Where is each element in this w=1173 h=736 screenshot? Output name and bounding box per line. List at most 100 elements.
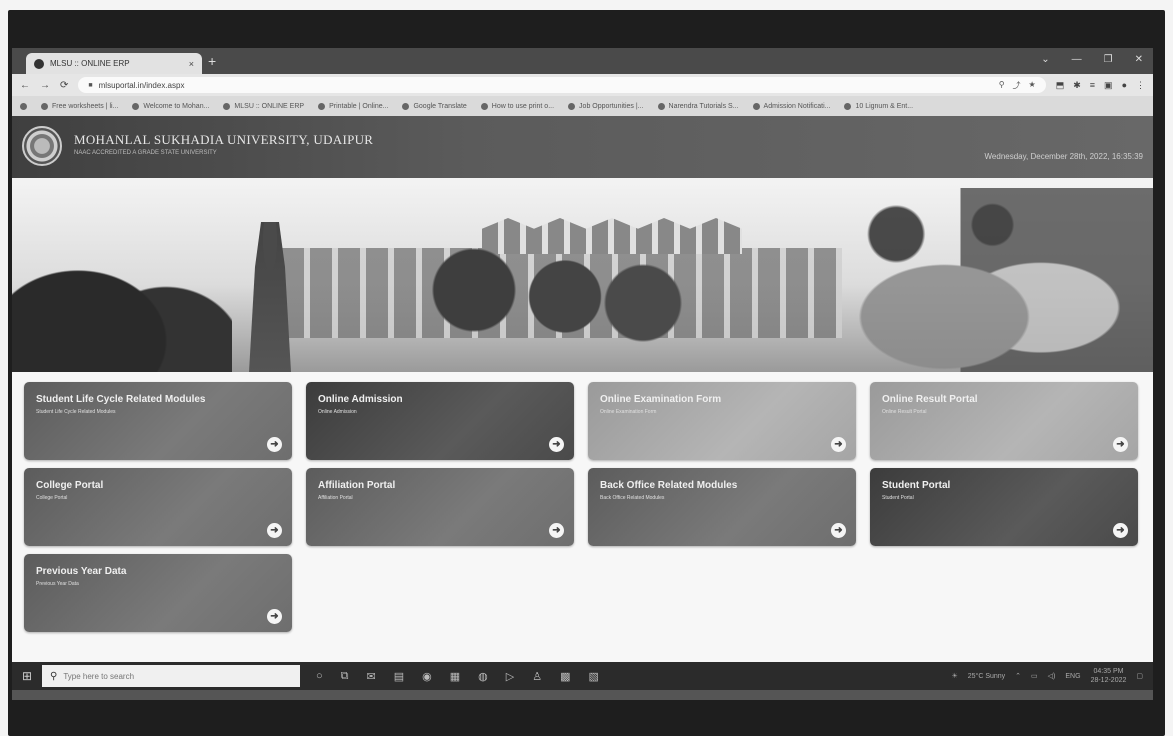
address-bar[interactable]: ■ mlsuportal.in/index.aspx ⚲ ⤴ ★ [78,77,1046,93]
extension-icon[interactable]: ⬒ [1056,80,1065,91]
language-indicator[interactable]: ENG [1065,673,1080,680]
lock-icon: ■ [88,81,93,89]
sidebar-icon[interactable]: ▣ [1104,80,1113,91]
file-explorer-icon[interactable]: ▤ [394,670,404,683]
campus-banner-image [12,178,1153,372]
task-view-icon[interactable]: ⧉ [341,670,349,683]
close-window-button[interactable]: ✕ [1135,54,1143,65]
tile-online-examination-form[interactable]: Online Examination Form Online Examinati… [588,382,856,460]
extension-icons: ⬒ ✱ ≡ ▣ ● ⋮ [1056,80,1145,91]
arrow-right-icon[interactable]: ➜ [549,437,564,452]
bookmark-item[interactable]: Welcome to Mohan... [132,102,209,110]
university-name: MOHANLAL SUKHADIA UNIVERSITY, UDAIPUR [74,132,374,147]
banner-graduates [12,218,232,372]
taskbar-search[interactable]: ⚲ [42,665,300,687]
university-logo-icon [22,126,62,166]
media-icon[interactable]: ▷ [506,670,514,683]
arrow-right-icon[interactable]: ➜ [549,523,564,538]
bookmark-icon [132,102,140,110]
word-icon[interactable]: ▩ [560,670,570,683]
store-icon[interactable]: ▦ [450,670,460,683]
header-datetime: Wednesday, December 28th, 2022, 16:35:39 [984,152,1143,161]
tile-subtitle: Online Result Portal [882,409,927,415]
bookmark-icon [318,102,326,110]
weather-text: 25°C Sunny [967,672,1006,680]
banner-students [832,188,1153,372]
arrow-right-icon[interactable]: ➜ [267,437,282,452]
bookmark-item[interactable]: Printable | Online... [318,102,388,110]
tile-college-portal[interactable]: College Portal College Portal ➜ [24,468,292,546]
arrow-right-icon[interactable]: ➜ [831,523,846,538]
tile-online-result-portal[interactable]: Online Result Portal Online Result Porta… [870,382,1138,460]
back-button[interactable]: ← [20,80,30,91]
banner-trees [422,238,682,368]
zoom-icon[interactable]: ⚲ [999,80,1005,91]
star-icon[interactable]: ★ [1029,80,1036,91]
tile-student-portal[interactable]: Student Portal Student Portal ➜ [870,468,1138,546]
chrome-icon[interactable]: ◉ [422,670,432,683]
chevron-down-icon[interactable]: ⌄ [1041,54,1049,65]
taskbar-search-input[interactable] [63,671,264,681]
arrow-right-icon[interactable]: ➜ [831,437,846,452]
arrow-right-icon[interactable]: ➜ [267,609,282,624]
menu-icon[interactable]: ⋮ [1136,80,1145,91]
bookmark-icon [223,102,231,110]
tile-subtitle: Student Portal [882,495,914,501]
forward-button[interactable]: → [40,80,50,91]
bookmark-item[interactable]: How to use print o... [480,102,554,110]
close-icon[interactable]: × [189,59,194,69]
arrow-right-icon[interactable]: ➜ [1113,523,1128,538]
puzzle-icon[interactable]: ✱ [1073,80,1081,91]
tile-subtitle: Online Admission [318,409,357,415]
share-icon[interactable]: ⤴ [1013,80,1021,91]
new-tab-button[interactable]: + [208,53,216,69]
bookmark-item[interactable]: Narendra Tutorials S... [657,102,739,110]
browser-icon[interactable]: ◍ [478,670,488,683]
bookmark-icon [844,102,852,110]
apps-icon[interactable] [20,102,27,110]
mail-icon[interactable]: ✉ [367,670,376,683]
network-icon[interactable]: ▭ [1031,672,1038,680]
arrow-right-icon[interactable]: ➜ [267,523,282,538]
user-icon[interactable]: ♙ [532,670,542,683]
bookmark-item[interactable]: 10 Lignum & Ent... [844,102,913,110]
tile-title: Previous Year Data [36,566,127,577]
bookmark-item[interactable]: Google Translate [402,102,467,110]
minimize-button[interactable]: — [1072,54,1082,65]
tile-back-office-modules[interactable]: Back Office Related Modules Back Office … [588,468,856,546]
site-favicon-icon [34,58,44,69]
tab-mlsu-erp[interactable]: MLSU :: ONLINE ERP × [26,53,202,74]
tile-title: College Portal [36,480,104,491]
reading-list-icon[interactable]: ≡ [1090,80,1095,91]
taskbar-clock[interactable]: 04:35 PM 28-12-2022 [1091,667,1127,685]
chevron-up-icon[interactable]: ⌃ [1015,672,1021,680]
volume-icon[interactable]: ◁) [1048,672,1056,680]
tile-previous-year-data[interactable]: Previous Year Data Previous Year Data ➜ [24,554,292,632]
tile-subtitle: Previous Year Data [36,581,79,587]
excel-icon[interactable]: ▧ [589,670,599,683]
bookmark-item[interactable]: Admission Notificati... [752,102,830,110]
cortana-icon[interactable]: ○ [316,670,323,683]
tile-student-life-cycle[interactable]: Student Life Cycle Related Modules Stude… [24,382,292,460]
bookmark-icon [480,102,488,110]
windows-start-icon[interactable]: ⊞ [12,669,42,683]
tile-title: Online Examination Form [600,394,722,405]
profile-icon[interactable]: ● [1122,80,1127,91]
university-subtitle: NAAC ACCREDITED A GRADE STATE UNIVERSITY [74,150,217,156]
bookmark-item[interactable]: Job Opportunities |... [568,102,644,110]
bookmark-item[interactable]: Free worksheets | li... [41,102,118,110]
tile-online-admission[interactable]: Online Admission Online Admission ➜ [306,382,574,460]
reload-button[interactable]: ⟳ [60,80,68,91]
module-tiles-area: Student Life Cycle Related Modules Stude… [12,372,1153,662]
bookmark-icon [657,102,665,110]
weather-icon[interactable]: ☀ [951,672,957,680]
tile-affiliation-portal[interactable]: Affiliation Portal Affiliation Portal ➜ [306,468,574,546]
window-controls: ⌄ — ❐ ✕ [1041,54,1143,65]
tile-title: Online Admission [318,394,403,405]
maximize-button[interactable]: ❐ [1104,54,1113,65]
taskbar: ⊞ ⚲ ○ ⧉ ✉ ▤ ◉ ▦ ◍ ▷ ♙ ▩ ▧ ☀ 25°C Sunny ⌃… [12,662,1153,690]
arrow-right-icon[interactable]: ➜ [1113,437,1128,452]
notification-icon[interactable]: ▢ [1136,672,1143,680]
bookmark-item[interactable]: MLSU :: ONLINE ERP [223,102,304,110]
tile-subtitle: Online Examination Form [600,409,657,415]
